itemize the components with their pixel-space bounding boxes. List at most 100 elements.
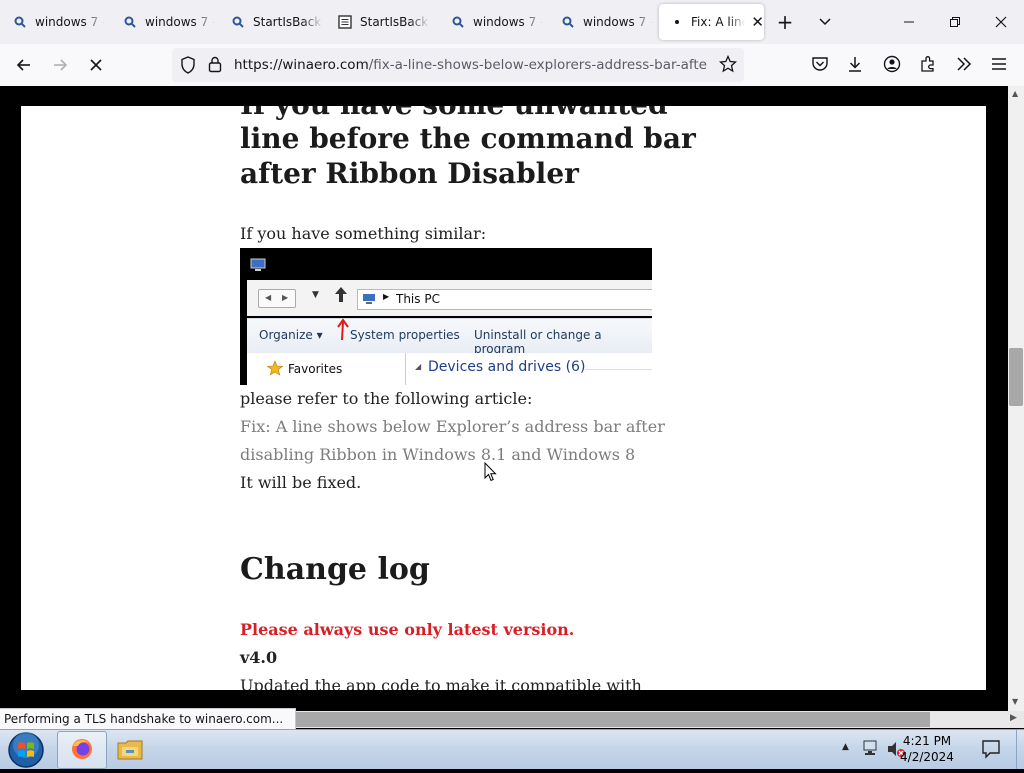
tab-4[interactable]: StartIsBack / [337, 4, 430, 40]
action-center-icon[interactable] [981, 739, 1001, 763]
red-arrow-annotation-icon [336, 318, 350, 346]
shield-icon[interactable] [180, 56, 196, 78]
page-icon [337, 14, 353, 30]
system-properties-button: System properties [350, 328, 460, 342]
chevron-double-right-icon[interactable] [955, 55, 973, 77]
expand-triangle-icon: ◢ [415, 362, 422, 371]
scroll-down-arrow-icon[interactable]: ▼ [1012, 697, 1018, 706]
minimize-icon [904, 21, 914, 23]
vertical-scroll-thumb[interactable] [1009, 348, 1023, 406]
restore-icon [950, 17, 960, 27]
explorer-screenshot: ◀ ▶ ▼ ▶ This PC Organize ▾ System propert… [240, 248, 652, 385]
back-button[interactable] [8, 49, 40, 81]
scroll-up-arrow-icon[interactable]: ▲ [1012, 89, 1018, 98]
paragraph-refer: please refer to the following article: [240, 389, 533, 408]
tab-title: StartIsBack / [360, 15, 430, 29]
tab-6[interactable]: windows 7 - [560, 4, 653, 40]
explorer-address-field: ▶ This PC [357, 289, 652, 310]
pane-divider [405, 353, 406, 385]
article-content: If you have some unwanted line before th… [21, 106, 986, 690]
explorer-address-text: This PC [396, 292, 440, 306]
downloads-icon[interactable] [846, 55, 864, 77]
article-link-line-1[interactable]: Fix: A line shows below Explorer’s addre… [240, 417, 665, 436]
chevron-down-icon [819, 18, 831, 26]
version-warning: Please always use only latest version. [240, 620, 575, 639]
tab-title: windows 7 - [473, 15, 543, 29]
version-label: v4.0 [240, 648, 278, 667]
start-button[interactable] [7, 731, 45, 773]
account-icon[interactable] [883, 55, 901, 77]
show-desktop-button[interactable] [1016, 730, 1024, 769]
devices-drives-label: Devices and drives (6) [428, 359, 586, 375]
chevron-down-icon: ▼ [312, 290, 319, 300]
taskbar: ▲ 4:21 PM 4/2/2024 [0, 729, 1024, 769]
network-icon[interactable] [862, 739, 880, 761]
horizontal-scroll-thumb[interactable] [262, 712, 930, 727]
forward-arrow-icon [54, 59, 68, 71]
computer-icon [362, 293, 376, 308]
search-icon [230, 14, 246, 30]
section-heading-partial: If you have some unwanted [240, 106, 668, 122]
extensions-icon[interactable] [919, 55, 937, 77]
paragraph-updated: Updated the app code to make it compatib… [240, 676, 642, 690]
article-link-line-2[interactable]: disabling Ribbon in Windows 8.1 and Wind… [240, 445, 635, 464]
chevron-right-icon: ▶ [383, 292, 390, 301]
paragraph-fixed: It will be fixed. [240, 473, 362, 492]
list-tabs-button[interactable] [802, 0, 848, 44]
close-window-button[interactable] [978, 0, 1024, 44]
close-icon [995, 16, 1007, 28]
changelog-heading: Change log [240, 552, 430, 587]
mouse-cursor-icon [484, 461, 497, 486]
bookmark-star-icon[interactable] [718, 54, 738, 77]
pocket-icon[interactable] [811, 55, 829, 77]
tab-2[interactable]: windows 7 - [122, 4, 215, 40]
tab-3[interactable]: StartIsBack - [230, 4, 323, 40]
tab-active[interactable]: Fix: A line ✕ [659, 4, 764, 40]
scroll-right-arrow-icon[interactable]: ▶ [1010, 713, 1017, 723]
explorer-content-area: Favorites ◢ Devices and drives (6) [247, 353, 652, 385]
minimize-button[interactable] [886, 0, 932, 44]
explorer-command-bar: Organize ▾ System properties Uninstall o… [247, 318, 652, 356]
uninstall-button: Uninstall or change a program [474, 328, 602, 356]
computer-icon [250, 257, 266, 276]
lock-icon[interactable] [208, 55, 222, 77]
firefox-icon [72, 739, 92, 759]
organize-button: Organize ▾ [259, 328, 323, 342]
vertical-scrollbar[interactable]: ▲ ▼ [1008, 86, 1024, 711]
tab-title: windows 7 - [35, 15, 105, 29]
tab-strip: windows 7 - windows 7 - StartIsBack - St… [0, 0, 1024, 44]
taskbar-firefox-button[interactable] [57, 731, 107, 769]
tab-title: Fix: A line [691, 15, 746, 29]
tab-title: windows 7 - [583, 15, 653, 29]
tab-title: windows 7 - [145, 15, 215, 29]
restore-button[interactable] [932, 0, 978, 44]
section-heading-line-3: after Ribbon Disabler [240, 157, 579, 190]
menu-icon[interactable] [991, 56, 1007, 76]
section-heading-line-2: line before the command bar [240, 122, 696, 155]
show-hidden-icons-icon[interactable]: ▲ [842, 742, 849, 752]
search-icon [122, 14, 138, 30]
clock-date: 4/2/2024 [900, 750, 954, 764]
system-clock[interactable]: 4:21 PM 4/2/2024 [892, 733, 962, 765]
stop-button[interactable] [80, 49, 112, 81]
tab-5[interactable]: windows 7 - [450, 4, 543, 40]
search-icon [12, 14, 28, 30]
tab-title: StartIsBack - [253, 15, 323, 29]
plus-icon: + [776, 10, 794, 34]
paragraph-similar: If you have something similar: [240, 224, 487, 243]
url-path: /fix-a-line-shows-below-explorers-addres… [368, 57, 708, 73]
loading-dot-icon [669, 14, 684, 30]
favorites-label: Favorites [288, 362, 343, 376]
tab-1[interactable]: windows 7 - [12, 4, 105, 40]
search-icon [450, 14, 466, 30]
url-domain: https://winaero.com [234, 57, 369, 73]
status-panel: Performing a TLS handshake to winaero.co… [0, 708, 297, 731]
url-text[interactable]: https://winaero.com/fix-a-line-shows-bel… [234, 56, 708, 74]
forward-button[interactable] [44, 49, 76, 81]
back-forward-arrows-icon: ◀ ▶ [258, 289, 296, 308]
search-icon [560, 14, 576, 30]
back-arrow-icon [16, 59, 30, 71]
file-explorer-icon[interactable] [117, 738, 143, 764]
group-line [585, 369, 652, 370]
clock-time: 4:21 PM [902, 734, 952, 748]
